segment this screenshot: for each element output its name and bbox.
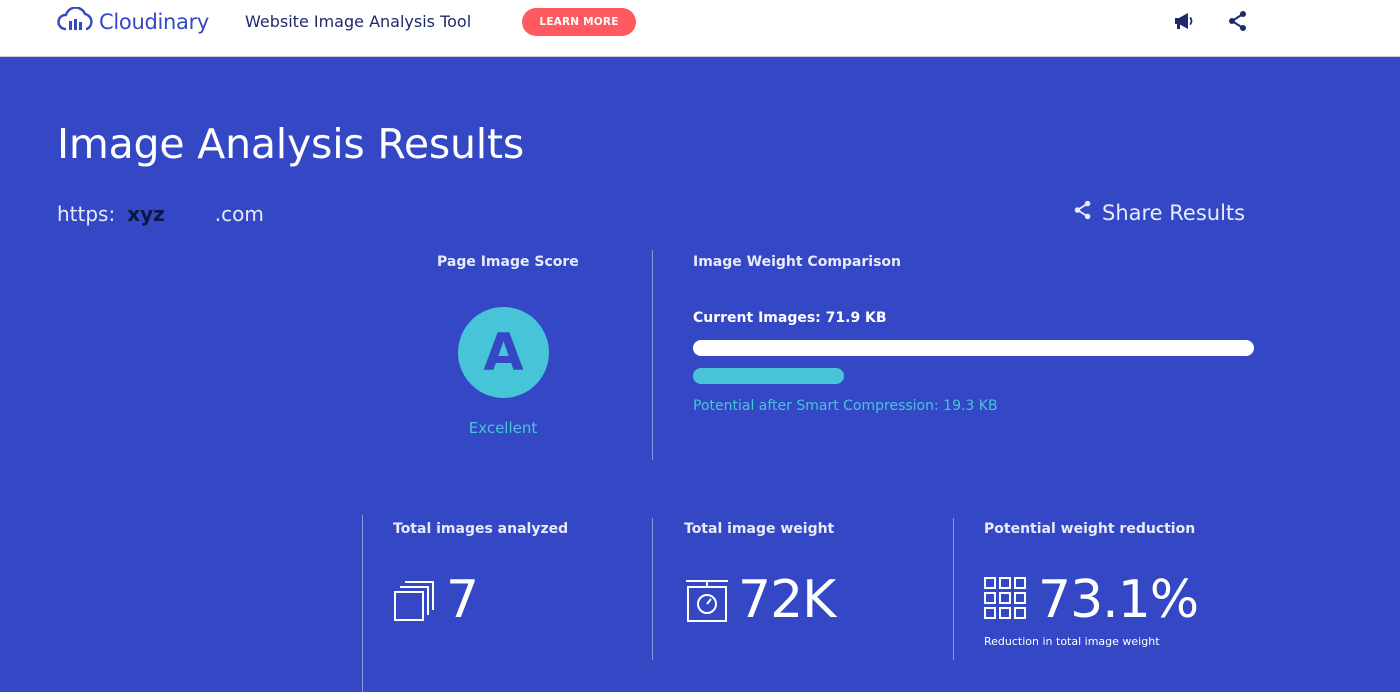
top-navbar: Cloudinary Website Image Analysis Tool L…	[0, 0, 1400, 57]
stats-divider-middle	[652, 518, 653, 660]
stats-divider-right	[953, 518, 954, 660]
total-weight-label: Total image weight	[684, 521, 835, 537]
weight-reduction-label: Potential weight reduction	[984, 521, 1196, 537]
share-results-label: Share Results	[1102, 200, 1246, 225]
potential-compression-label: Potential after Smart Compression: 19.3 …	[693, 398, 998, 414]
page-title: Image Analysis Results	[57, 120, 525, 168]
page-image-score-label: Page Image Score	[437, 254, 579, 270]
stats-divider-left	[362, 515, 363, 692]
section-divider	[652, 250, 653, 460]
learn-more-button[interactable]: LEARN MORE	[522, 8, 636, 36]
url-suffix: .com	[214, 202, 264, 226]
weight-reduction-value: 73.1%	[1038, 570, 1199, 630]
url-prefix: https:	[57, 202, 116, 226]
score-badge: A	[458, 307, 549, 398]
weight-comparison-label: Image Weight Comparison	[693, 254, 901, 270]
logo-text: Cloudinary	[99, 10, 210, 34]
score-grade: A	[483, 322, 524, 383]
total-weight-value: 72K	[738, 570, 836, 630]
images-stack-icon	[393, 578, 439, 628]
url-domain: xyz	[127, 202, 165, 226]
total-images-label: Total images analyzed	[393, 521, 569, 537]
weight-reduction-subtext: Reduction in total image weight	[984, 635, 1160, 648]
tool-title: Website Image Analysis Tool	[245, 12, 472, 31]
analyzed-url: https: xyz .com	[57, 202, 264, 226]
scale-icon	[684, 578, 730, 628]
share-icon[interactable]	[1226, 9, 1250, 33]
score-description: Excellent	[468, 419, 538, 437]
current-images-bar	[693, 340, 1254, 356]
total-images-value: 7	[446, 570, 479, 630]
current-images-label: Current Images: 71.9 KB	[693, 310, 887, 326]
megaphone-icon[interactable]	[1172, 9, 1196, 33]
grid-icon	[984, 577, 1030, 627]
potential-compression-bar	[693, 368, 844, 384]
share-results-button[interactable]: Share Results	[1072, 199, 1245, 226]
cloud-logo-icon	[57, 6, 95, 37]
cloudinary-logo[interactable]: Cloudinary	[57, 6, 210, 37]
share-icon	[1072, 199, 1094, 226]
